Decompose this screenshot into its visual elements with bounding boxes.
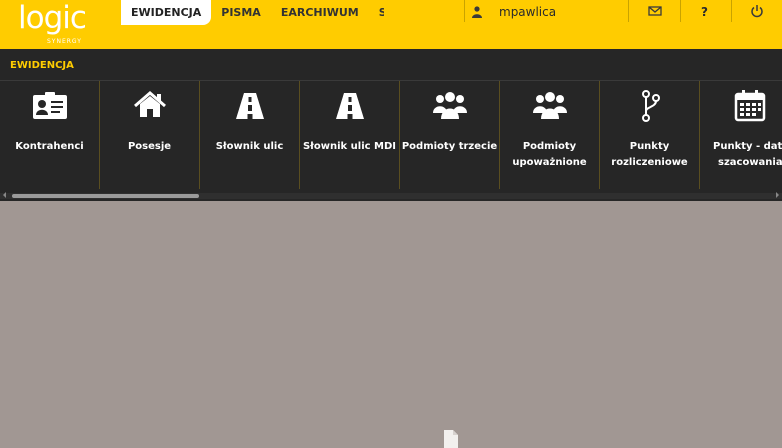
people-group-icon bbox=[432, 92, 467, 119]
tile-label: Posesje bbox=[127, 141, 172, 152]
contact-card-icon bbox=[32, 92, 67, 119]
power-icon[interactable] bbox=[750, 4, 764, 18]
tile-label-line2: rozliczeniowe bbox=[611, 157, 688, 168]
module-tiles: Kontrahenci Posesje Słownik ulic Słownik… bbox=[0, 81, 782, 189]
user-icon bbox=[472, 6, 482, 18]
logo-wordmark: logic bbox=[18, 0, 87, 36]
main-nav: EWIDENCJA PISMA EARCHIWUM SPRZ bbox=[121, 0, 384, 26]
tile-label: Kontrahenci bbox=[15, 141, 84, 152]
tile-punkty-daty-szacowania[interactable]: Punkty - daty szacowania bbox=[700, 81, 782, 189]
divider bbox=[680, 0, 681, 22]
tile-podmioty-trzecie[interactable]: Podmioty trzecie bbox=[400, 81, 500, 189]
tile-label-line1: Punkty bbox=[629, 141, 670, 152]
divider bbox=[464, 0, 465, 22]
logo-subtitle: SYNERGY bbox=[47, 38, 82, 45]
tab-sprz[interactable]: SPRZ bbox=[369, 0, 384, 25]
tile-label: Podmioty trzecie bbox=[401, 141, 498, 152]
logo[interactable]: logic SYNERGY bbox=[18, 0, 100, 46]
house-icon bbox=[133, 91, 166, 117]
tile-slownik-ulic-mdi[interactable]: Słownik ulic MDI bbox=[300, 81, 400, 189]
envelope-icon[interactable] bbox=[648, 4, 662, 18]
branch-icon bbox=[641, 90, 660, 122]
module-bar: EWIDENCJA Kontrahenci Posesje Słownik ul… bbox=[0, 49, 782, 201]
tile-label-line2: szacowania bbox=[718, 157, 782, 168]
road-icon bbox=[235, 93, 264, 119]
tile-podmioty-upowaznione[interactable]: Podmioty upoważnione bbox=[500, 81, 600, 189]
tiles-scrollbar[interactable] bbox=[0, 190, 782, 200]
road-icon bbox=[335, 93, 364, 119]
module-title: EWIDENCJA bbox=[10, 60, 74, 71]
user-name[interactable]: mpawlica bbox=[499, 5, 556, 19]
tile-kontrahenci[interactable]: Kontrahenci bbox=[0, 81, 100, 189]
tile-label-line2: upoważnione bbox=[512, 157, 587, 168]
help-icon[interactable]: ? bbox=[701, 5, 715, 19]
tab-earchiwum[interactable]: EARCHIWUM bbox=[271, 0, 369, 25]
divider bbox=[628, 0, 629, 22]
content-area bbox=[0, 201, 782, 443]
tile-slownik-ulic[interactable]: Słownik ulic bbox=[200, 81, 300, 189]
tab-ewidencja[interactable]: EWIDENCJA bbox=[121, 0, 212, 25]
document-icon bbox=[444, 430, 458, 448]
tile-label: Słownik ulic MDI bbox=[302, 141, 397, 152]
people-group-icon bbox=[532, 92, 567, 119]
tile-punkty-rozliczeniowe[interactable]: Punkty rozliczeniowe bbox=[600, 81, 700, 189]
top-bar: logic SYNERGY EWIDENCJA PISMA EARCHIWUM … bbox=[0, 0, 782, 49]
tile-posesje[interactable]: Posesje bbox=[100, 81, 200, 189]
divider bbox=[731, 0, 732, 22]
tile-label-line1: Punkty - daty bbox=[713, 141, 782, 152]
calendar-icon bbox=[734, 90, 766, 122]
scrollbar-thumb[interactable] bbox=[12, 194, 199, 198]
tab-pisma[interactable]: PISMA bbox=[211, 0, 271, 25]
tile-label: Słownik ulic bbox=[215, 141, 284, 152]
scroll-left-icon[interactable] bbox=[2, 192, 8, 198]
tile-label-line1: Podmioty bbox=[522, 141, 577, 152]
scroll-right-icon[interactable] bbox=[774, 192, 780, 198]
